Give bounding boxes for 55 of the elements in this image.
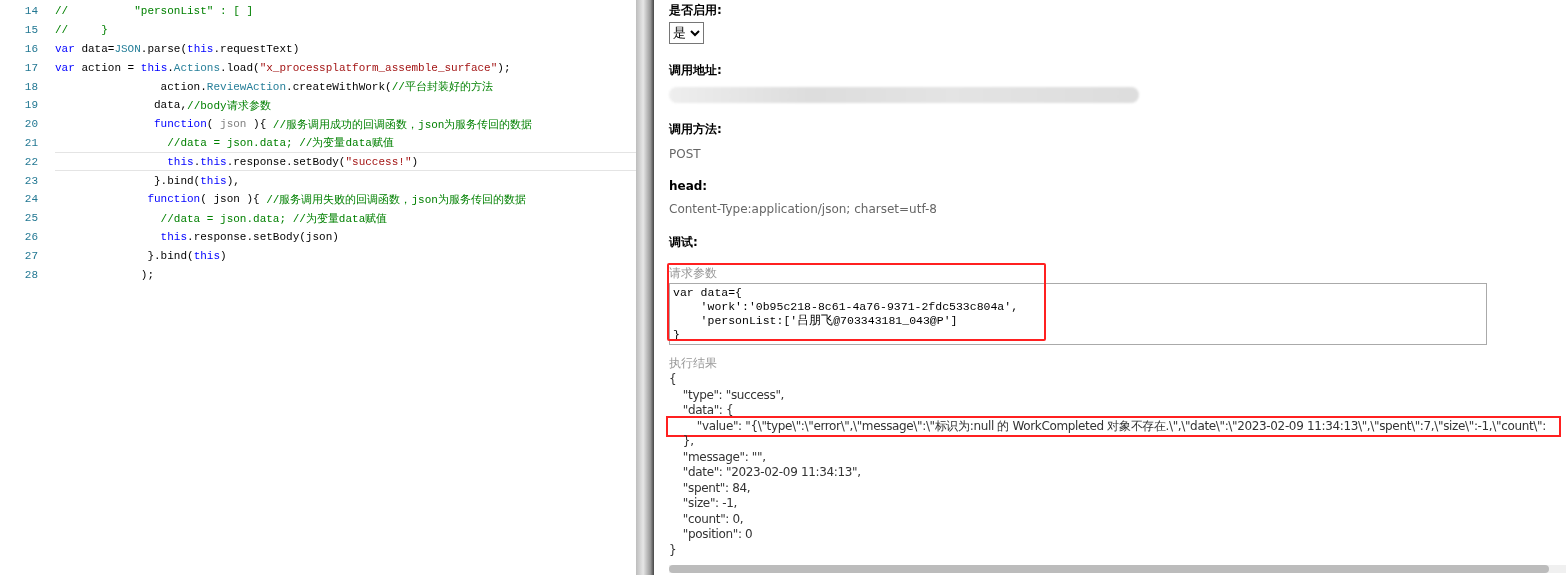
result-line: }, — [681, 434, 694, 450]
line-number: 15 — [23, 24, 39, 37]
line-number: 20 — [23, 118, 39, 131]
line-number: 27 — [23, 249, 39, 262]
line-number: 17 — [23, 61, 39, 74]
field-label: 调用地址: — [669, 62, 723, 79]
line-number: 22 — [23, 155, 39, 168]
result-line: "count": 0, — [681, 511, 744, 527]
result-line: "data": { — [681, 403, 734, 419]
code-line: ); — [139, 267, 156, 283]
code-line: function( json ){ //服务调用失败的回调函数，json为服务传回的数据 — [146, 192, 527, 208]
line-number: 24 — [23, 193, 39, 206]
result-line: } — [669, 542, 677, 558]
result-label: 执行结果 — [669, 355, 718, 372]
result-line: "spent": 84, — [681, 480, 751, 496]
line-number: 18 — [23, 80, 39, 93]
line-number: 26 — [23, 230, 39, 243]
panel-splitter[interactable] — [636, 0, 654, 575]
chevron-down-icon — [690, 29, 700, 37]
code-line: }.bind(this), — [153, 173, 241, 189]
result-line: "size": -1, — [681, 496, 737, 512]
line-number: 16 — [23, 43, 39, 55]
code-line: var action = this.Actions.load("x_processplatform_assemble_surface"); — [55, 60, 512, 76]
code-line: }.bind(this) — [146, 248, 228, 264]
code-line: function( json ){ //服务调用成功的回调函数，json为服务传回的数据 — [153, 117, 534, 133]
line-number: 21 — [23, 136, 39, 149]
field-label: 是否启用: — [669, 2, 723, 19]
horizontal-scrollbar[interactable] — [669, 565, 1566, 573]
line-number: 28 — [23, 268, 39, 281]
method-value: POST — [669, 147, 702, 161]
code-line: // "personList" : [ ] — [55, 4, 255, 20]
head-value: Content-Type:application/json; charset=utf-8 — [669, 202, 938, 216]
code-line: var data=JSON.parse(this.requestText) — [55, 42, 301, 57]
code-line: this.response.setBody(json) — [159, 229, 340, 245]
line-number: 14 — [23, 5, 39, 18]
result-line: "type": "success", — [681, 387, 785, 403]
line-number: 23 — [23, 174, 39, 187]
code-line: this.this.response.setBody("success!") — [55, 152, 636, 172]
line-number: 19 — [23, 99, 39, 112]
result-line: { — [669, 372, 677, 388]
line-number: 25 — [23, 212, 39, 225]
result-line: "position": 0 — [681, 527, 753, 543]
field-label: head: — [669, 179, 709, 193]
request-label: 请求参数 — [669, 265, 718, 282]
field-label: 调用方法: — [669, 121, 723, 138]
code-line: action.ReviewAction.createWithWork(//平台封装好的方法 — [159, 79, 494, 96]
result-line: "message": "", — [681, 449, 766, 465]
result-line: "date": "2023-02-09 11:34:13", — [681, 465, 861, 481]
code-line: //data = json.data; //为变量data赋值 — [159, 211, 389, 227]
enabled-select[interactable]: 是 — [669, 22, 704, 44]
code-line: data,//body请求参数 — [153, 98, 272, 114]
code-line: // } — [55, 23, 109, 39]
code-line: //data = json.data; //为变量data赋值 — [166, 136, 395, 152]
result-line: "value": "{\"type\":\"error\",\"message\":\"标识为:null 的 WorkCompleted 对象不存在.\",\"date\":\"2023-02-09 11:34:13\",\"spent\":7,\"size\":-1,\"count\": — [669, 418, 1558, 434]
field-label: 调试: — [669, 234, 699, 251]
